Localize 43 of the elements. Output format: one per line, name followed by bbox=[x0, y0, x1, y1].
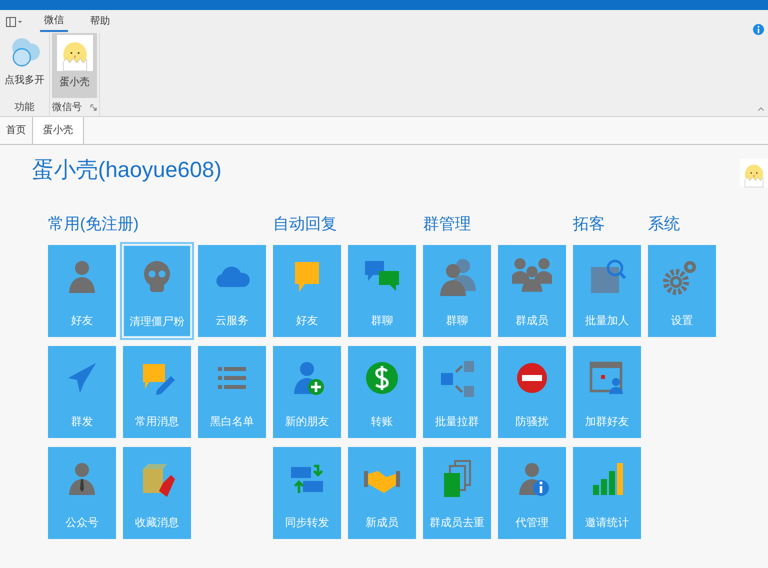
function-tile[interactable]: 邀请统计 bbox=[573, 447, 641, 539]
group-heading: 群管理 bbox=[423, 215, 471, 235]
group-heading: 系统 bbox=[648, 215, 680, 235]
function-tile[interactable]: 收藏消息 bbox=[123, 447, 191, 539]
layout-icon[interactable] bbox=[6, 16, 22, 26]
function-tile[interactable]: 清理僵尸粉 bbox=[123, 245, 191, 337]
document-tab[interactable]: 蛋小壳 bbox=[32, 117, 84, 144]
function-tile[interactable]: 批量拉群 bbox=[423, 346, 491, 438]
function-tile[interactable]: 加群好友 bbox=[573, 346, 641, 438]
ribbon-button[interactable]: 点我多开 bbox=[2, 33, 47, 98]
function-tile[interactable]: 云服务 bbox=[198, 245, 266, 337]
function-tile[interactable]: 防骚扰 bbox=[498, 346, 566, 438]
function-tile[interactable]: 好友 bbox=[48, 245, 116, 337]
function-tile[interactable]: 群聊 bbox=[348, 245, 416, 337]
document-tab[interactable]: 首页 bbox=[0, 117, 32, 144]
function-tile[interactable]: 群成员 bbox=[498, 245, 566, 337]
function-tile[interactable]: 设置 bbox=[648, 245, 716, 337]
group-heading: 自动回复 bbox=[273, 215, 337, 235]
function-tile[interactable]: 黑白名单 bbox=[198, 346, 266, 438]
function-tile[interactable]: 群成员去重 bbox=[423, 447, 491, 539]
group-heading: 拓客 bbox=[573, 215, 605, 235]
launcher-icon[interactable] bbox=[90, 104, 97, 110]
people-icon bbox=[437, 257, 477, 297]
function-tile[interactable]: 新成员 bbox=[348, 447, 416, 539]
menu-tab[interactable]: 帮助 bbox=[86, 12, 114, 32]
info-icon[interactable] bbox=[753, 24, 764, 35]
function-tile[interactable]: 代管理 bbox=[498, 447, 566, 539]
collapse-icon[interactable] bbox=[758, 107, 764, 111]
function-tile[interactable]: 公众号 bbox=[48, 447, 116, 539]
function-tile[interactable]: 群聊 bbox=[423, 245, 491, 337]
chick-avatar bbox=[56, 35, 92, 71]
function-tile[interactable]: 同步转发 bbox=[273, 447, 341, 539]
function-tile[interactable]: 新的朋友 bbox=[273, 346, 341, 438]
function-tile[interactable]: 群发 bbox=[48, 346, 116, 438]
group-caption: 功能 bbox=[14, 100, 34, 114]
function-tile[interactable]: 好友 bbox=[273, 245, 341, 337]
function-tile[interactable]: 批量加人 bbox=[573, 245, 641, 337]
function-tile[interactable]: 常用消息 bbox=[123, 346, 191, 438]
function-tile[interactable]: 转账 bbox=[348, 346, 416, 438]
group-caption: 微信号 bbox=[52, 100, 82, 114]
group-heading: 常用(免注册) bbox=[48, 215, 139, 235]
page-title: 蛋小壳(haoyue608) bbox=[32, 156, 222, 184]
ribbon-button[interactable]: 蛋小壳 bbox=[52, 33, 97, 98]
